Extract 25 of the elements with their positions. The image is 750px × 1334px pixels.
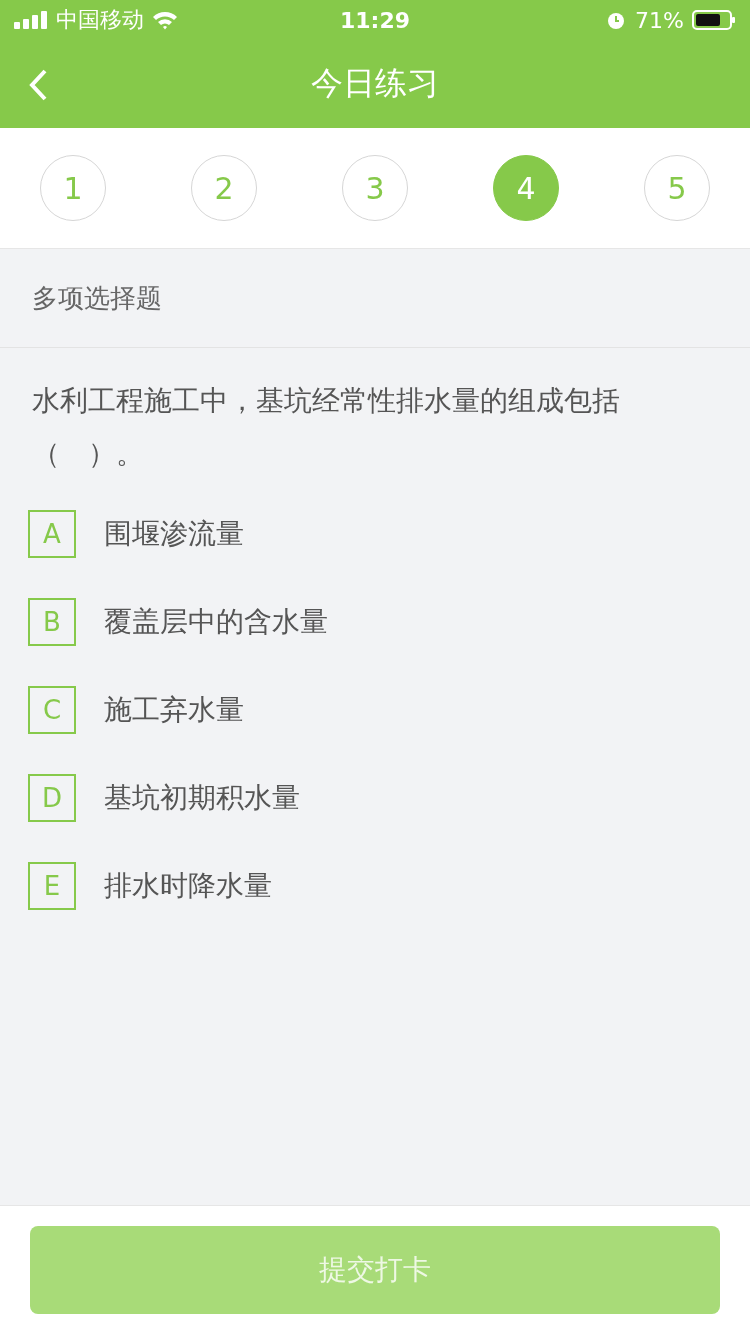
option-letter[interactable]: A <box>28 510 76 558</box>
battery-percent: 71% <box>635 7 684 33</box>
option-text[interactable]: 基坑初期积水量 <box>104 779 300 817</box>
option-letter[interactable]: E <box>28 862 76 910</box>
question-number[interactable]: 3 <box>342 155 408 221</box>
question-number[interactable]: 5 <box>644 155 710 221</box>
option-text[interactable]: 围堰渗流量 <box>104 515 244 553</box>
question-number[interactable]: 2 <box>191 155 257 221</box>
back-icon <box>28 68 48 102</box>
option-text[interactable]: 施工弃水量 <box>104 691 244 729</box>
question-text: 水利工程施工中，基坑经常性排水量的组成包括（ ）。 <box>31 383 621 472</box>
option-text[interactable]: 覆盖层中的含水量 <box>104 603 328 641</box>
status-time: 11:29 <box>340 7 410 33</box>
wifi-icon <box>152 10 178 30</box>
question-type: 多项选择题 <box>32 281 162 315</box>
option-letter[interactable]: D <box>28 774 76 822</box>
option-letter[interactable]: C <box>28 686 76 734</box>
option-text[interactable]: 排水时降水量 <box>104 867 272 905</box>
battery-icon <box>692 10 736 30</box>
option-letter[interactable]: B <box>28 598 76 646</box>
page-title: 今日练习 <box>311 63 439 104</box>
signal-icon <box>14 11 48 29</box>
question-number[interactable]: 4 <box>493 155 559 221</box>
carrier-name: 中国移动 <box>56 6 144 34</box>
question-number[interactable]: 1 <box>40 155 106 221</box>
